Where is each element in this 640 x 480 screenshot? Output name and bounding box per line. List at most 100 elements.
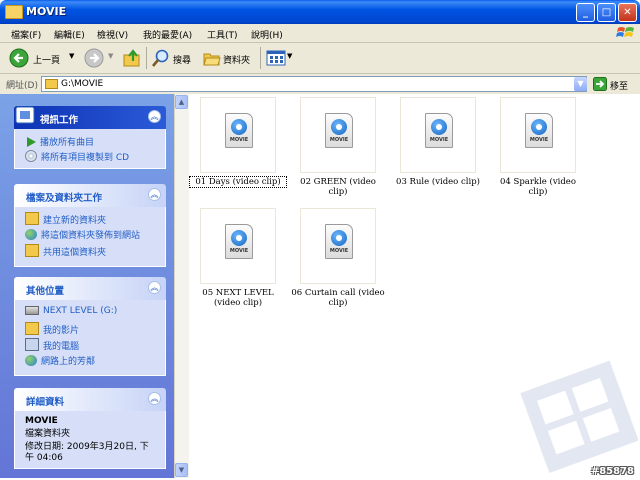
video-file-thumbnail[interactable]: MOVIE: [300, 208, 376, 284]
search-icon[interactable]: [151, 48, 171, 68]
go-arrow-icon[interactable]: [593, 77, 607, 91]
film-watermark-icon: [520, 360, 638, 473]
task-publish-web[interactable]: 將這個資料夾發佈到網站: [25, 228, 140, 241]
toolbar-separator: [146, 47, 147, 69]
close-button[interactable]: ✕: [618, 3, 637, 22]
menu-help[interactable]: 說明(H): [251, 28, 283, 41]
quicktime-movie-icon: MOVIE: [225, 224, 253, 259]
menu-tools[interactable]: 工具(T): [207, 28, 238, 41]
panel-body-other-places: NEXT LEVEL (G:) 我的影片 我的電腦 網路上的芳鄰: [14, 300, 166, 376]
folders-button[interactable]: 資料夾: [223, 53, 250, 66]
panel-body-file-tasks: 建立新的資料夾 將這個資料夾發佈到網站 共用這個資料夾: [14, 207, 166, 267]
video-file-thumbnail[interactable]: MOVIE: [400, 97, 476, 173]
video-file-thumbnail[interactable]: MOVIE: [300, 97, 376, 173]
icon-label: MOVIE: [329, 248, 349, 254]
panel-header-details[interactable]: 詳細資料 ︽: [14, 388, 166, 411]
task-label: 共用這個資料夾: [43, 248, 107, 258]
menu-file[interactable]: 檔案(F): [11, 28, 41, 41]
icon-label: MOVIE: [329, 137, 349, 143]
panel-body-video-tasks: 播放所有曲目 將所有項目複製到 CD: [14, 129, 166, 169]
views-icon[interactable]: [266, 49, 286, 67]
task-copy-to-cd[interactable]: 將所有項目複製到 CD: [25, 150, 129, 163]
detail-type: 檔案資料夾: [25, 429, 71, 439]
scroll-up-button[interactable]: ▲: [175, 95, 188, 109]
window-title: MOVIE: [26, 5, 67, 18]
collapse-icon[interactable]: ︽: [148, 281, 161, 294]
network-icon: [25, 355, 37, 366]
menu-bar: [0, 24, 640, 43]
icon-label: MOVIE: [529, 137, 549, 143]
menu-view[interactable]: 檢視(V): [97, 28, 128, 41]
task-label: 將所有項目複製到 CD: [41, 153, 130, 163]
place-label: 網路上的芳鄰: [41, 357, 96, 367]
file-name[interactable]: 03 Rule (video clip): [390, 177, 486, 187]
task-new-folder[interactable]: 建立新的資料夾: [25, 212, 106, 226]
place-label: 我的影片: [43, 326, 80, 336]
video-file-thumbnail[interactable]: MOVIE: [200, 97, 276, 173]
windows-logo-icon: [616, 27, 634, 37]
panel-title: 視訊工作: [40, 115, 79, 126]
collapse-icon[interactable]: ︽: [148, 392, 161, 405]
place-next-level-drive[interactable]: NEXT LEVEL (G:): [25, 306, 117, 316]
task-play-all[interactable]: 播放所有曲目: [25, 135, 94, 148]
file-name[interactable]: 01 Days (video clip): [189, 176, 287, 188]
computer-icon: [25, 338, 39, 351]
quicktime-movie-icon: MOVIE: [525, 113, 553, 148]
detail-name: MOVIE: [25, 416, 58, 426]
file-name[interactable]: 04 Sparkle (video clip): [490, 177, 586, 197]
icon-label: MOVIE: [429, 137, 449, 143]
minimize-button[interactable]: _: [576, 3, 595, 22]
panel-body-details: MOVIE 檔案資料夾 修改日期: 2009年3月20日, 下 午 04:06: [14, 411, 166, 469]
panel-title: 詳細資料: [26, 397, 65, 408]
quicktime-movie-icon: MOVIE: [325, 113, 353, 148]
back-dropdown-icon[interactable]: ▼: [69, 52, 74, 60]
file-name[interactable]: 06 Curtain call (video clip): [290, 288, 386, 308]
video-file-thumbnail[interactable]: MOVIE: [500, 97, 576, 173]
film-icon: [15, 106, 35, 124]
forward-arrow-icon[interactable]: [84, 48, 104, 68]
maximize-button[interactable]: □: [597, 3, 616, 22]
forward-dropdown-icon[interactable]: ▼: [108, 52, 113, 60]
play-icon: [27, 137, 36, 147]
place-label: NEXT LEVEL (G:): [43, 306, 118, 316]
search-button[interactable]: 搜尋: [173, 53, 191, 66]
place-label: 我的電腦: [43, 342, 80, 352]
menu-edit[interactable]: 編輯(E): [54, 28, 85, 41]
collapse-icon[interactable]: ︽: [148, 110, 161, 123]
panel-header-file-tasks[interactable]: 檔案及資料夾工作 ︽: [14, 184, 166, 207]
back-arrow-icon[interactable]: [9, 48, 29, 68]
panel-header-other-places[interactable]: 其他位置 ︽: [14, 277, 166, 300]
watermark-text: #85878: [590, 466, 634, 477]
scroll-down-button[interactable]: ▼: [175, 463, 188, 477]
vertical-scrollbar[interactable]: [174, 94, 189, 478]
share-folder-icon: [25, 244, 39, 257]
menu-favorites[interactable]: 我的最愛(A): [143, 28, 192, 41]
toolbar-separator: [260, 47, 261, 69]
place-network[interactable]: 網路上的芳鄰: [25, 354, 95, 367]
go-button[interactable]: 移至: [610, 79, 628, 92]
place-my-videos[interactable]: 我的影片: [25, 322, 79, 336]
file-name[interactable]: 05 NEXT LEVEL (video clip): [190, 288, 286, 308]
up-folder-icon[interactable]: [122, 48, 142, 68]
icon-label: MOVIE: [229, 248, 249, 254]
folders-icon[interactable]: [202, 48, 222, 68]
panel-title: 檔案及資料夾工作: [26, 193, 103, 204]
views-dropdown-icon[interactable]: ▼: [287, 52, 292, 60]
back-button[interactable]: 上一頁: [33, 53, 60, 66]
address-input[interactable]: [41, 76, 587, 92]
place-my-computer[interactable]: 我的電腦: [25, 338, 79, 352]
collapse-icon[interactable]: ︽: [148, 188, 161, 201]
new-folder-icon: [25, 212, 39, 225]
quicktime-movie-icon: MOVIE: [225, 113, 253, 148]
my-videos-icon: [25, 322, 39, 335]
folder-icon: [45, 79, 58, 89]
title-bar[interactable]: [0, 0, 640, 24]
file-name[interactable]: 02 GREEN (video clip): [290, 177, 386, 197]
task-share-folder[interactable]: 共用這個資料夾: [25, 244, 106, 258]
detail-modified-cont: 午 04:06: [25, 453, 63, 463]
video-file-thumbnail[interactable]: MOVIE: [200, 208, 276, 284]
address-dropdown-icon[interactable]: ▼: [574, 77, 587, 91]
task-label: 建立新的資料夾: [43, 216, 107, 226]
folder-icon: [5, 5, 23, 19]
address-value: G:\MOVIE: [61, 79, 104, 89]
